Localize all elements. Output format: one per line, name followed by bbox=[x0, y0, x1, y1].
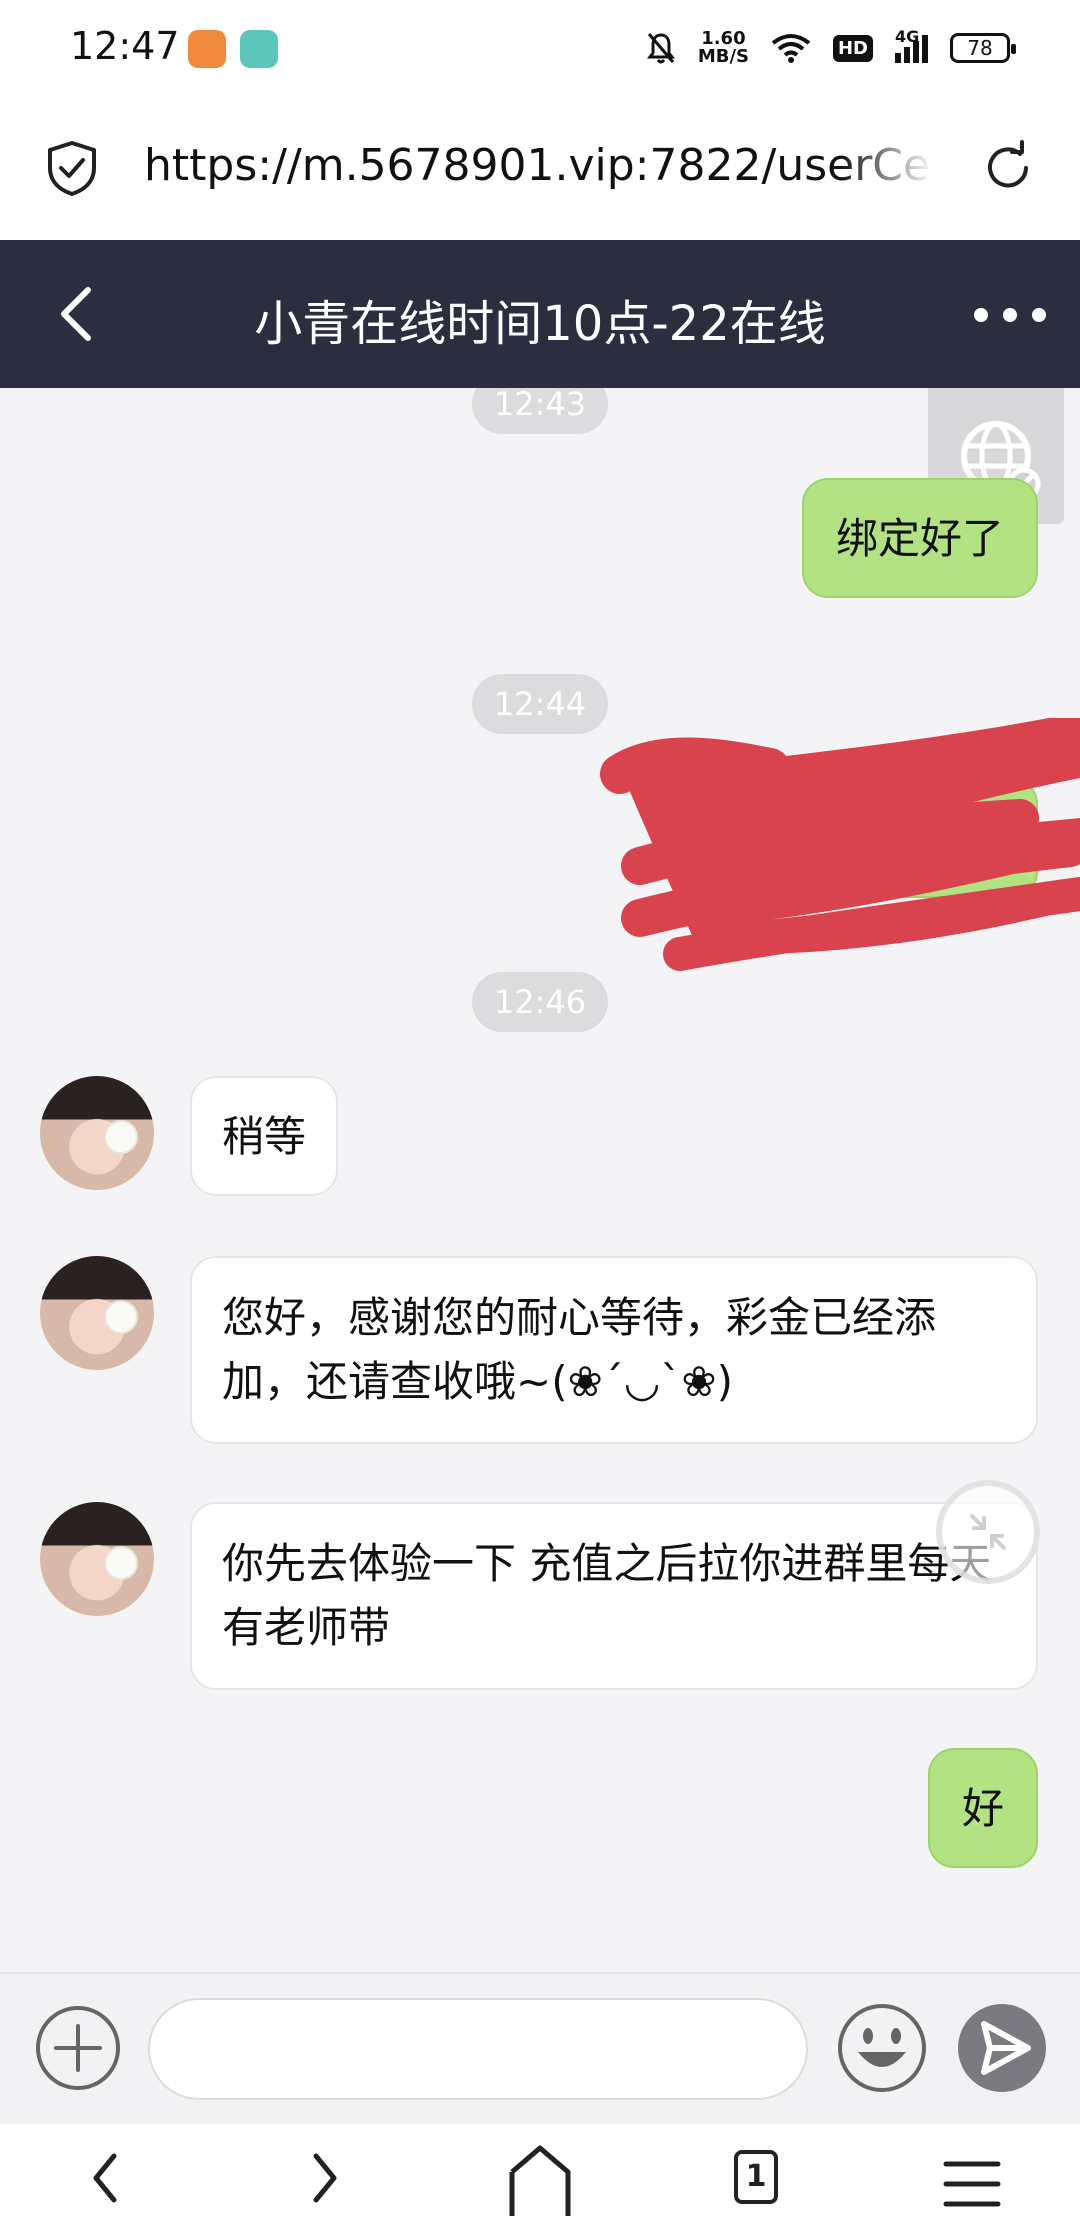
emoji-icon[interactable] bbox=[836, 2002, 928, 2094]
browser-bottom-nav: 1 bbox=[0, 2124, 1080, 2216]
chat-title: 小青在线时间10点-22在线 bbox=[254, 296, 826, 352]
back-arrow-icon[interactable] bbox=[44, 276, 116, 352]
shield-check-icon[interactable] bbox=[46, 140, 98, 196]
speed-unit: MB/S bbox=[697, 46, 749, 67]
tab-count: 1 bbox=[734, 2150, 778, 2204]
redaction-scribble bbox=[600, 718, 1080, 971]
message-composer bbox=[0, 1972, 1080, 2124]
tabs-icon[interactable]: 1 bbox=[716, 2138, 796, 2216]
message-outgoing[interactable]: 好 bbox=[927, 1748, 1038, 1868]
menu-icon[interactable] bbox=[932, 2138, 1012, 2216]
battery-icon: 78 bbox=[950, 33, 1016, 63]
wifi-icon bbox=[771, 34, 811, 63]
plus-icon[interactable] bbox=[34, 2004, 122, 2092]
collapse-button[interactable] bbox=[936, 1480, 1040, 1584]
reload-icon[interactable] bbox=[980, 140, 1036, 196]
message-outgoing[interactable]: 绑定好了 bbox=[801, 478, 1038, 598]
forward-icon[interactable] bbox=[284, 2138, 364, 2216]
send-icon[interactable] bbox=[956, 2002, 1048, 2094]
hd-badge: HD bbox=[832, 34, 873, 62]
back-icon[interactable] bbox=[66, 2138, 146, 2216]
status-bar: 12:47 1.60 MB/S HD 4G 78 bbox=[0, 0, 1080, 96]
chat-header: 小青在线时间10点-22在线 bbox=[0, 240, 1080, 388]
home-icon[interactable] bbox=[500, 2138, 580, 2216]
teal-app-icon bbox=[240, 30, 278, 68]
collapse-arrows-icon bbox=[970, 1514, 1006, 1550]
orange-app-icon bbox=[188, 30, 226, 68]
network-speed: 1.60 MB/S bbox=[698, 30, 749, 66]
url-field[interactable]: https://m.5678901.vip:7822/userCenter bbox=[144, 140, 934, 191]
timestamp: 12:44 bbox=[472, 674, 608, 734]
avatar[interactable] bbox=[40, 1256, 154, 1370]
network-type: 4G bbox=[895, 27, 920, 46]
status-time: 12:47 bbox=[70, 24, 180, 68]
message-incoming[interactable]: 稍等 bbox=[190, 1076, 339, 1196]
timestamp: 12:43 bbox=[472, 388, 608, 434]
chat-area[interactable]: 12:43 绑定好了 12:44 12:46 稍等 您好，感谢您的耐心等待，彩金… bbox=[0, 388, 1080, 1972]
mute-bell-icon bbox=[646, 33, 675, 64]
avatar[interactable] bbox=[40, 1502, 154, 1616]
more-icon[interactable] bbox=[974, 290, 1046, 340]
status-indicators: 1.60 MB/S HD 4G 78 bbox=[646, 26, 1016, 70]
message-incoming[interactable]: 您好，感谢您的耐心等待，彩金已经添加，还请查收哦~(❀´◡`❀) bbox=[190, 1256, 1038, 1444]
signal-icon: 4G bbox=[895, 27, 928, 63]
message-incoming[interactable]: 你先去体验一下 充值之后拉你进群里每天有老师带 bbox=[190, 1502, 1038, 1690]
address-bar: https://m.5678901.vip:7822/userCenter bbox=[0, 96, 1080, 240]
message-input[interactable] bbox=[148, 1998, 808, 2100]
avatar[interactable] bbox=[40, 1076, 154, 1190]
timestamp: 12:46 bbox=[472, 972, 608, 1032]
